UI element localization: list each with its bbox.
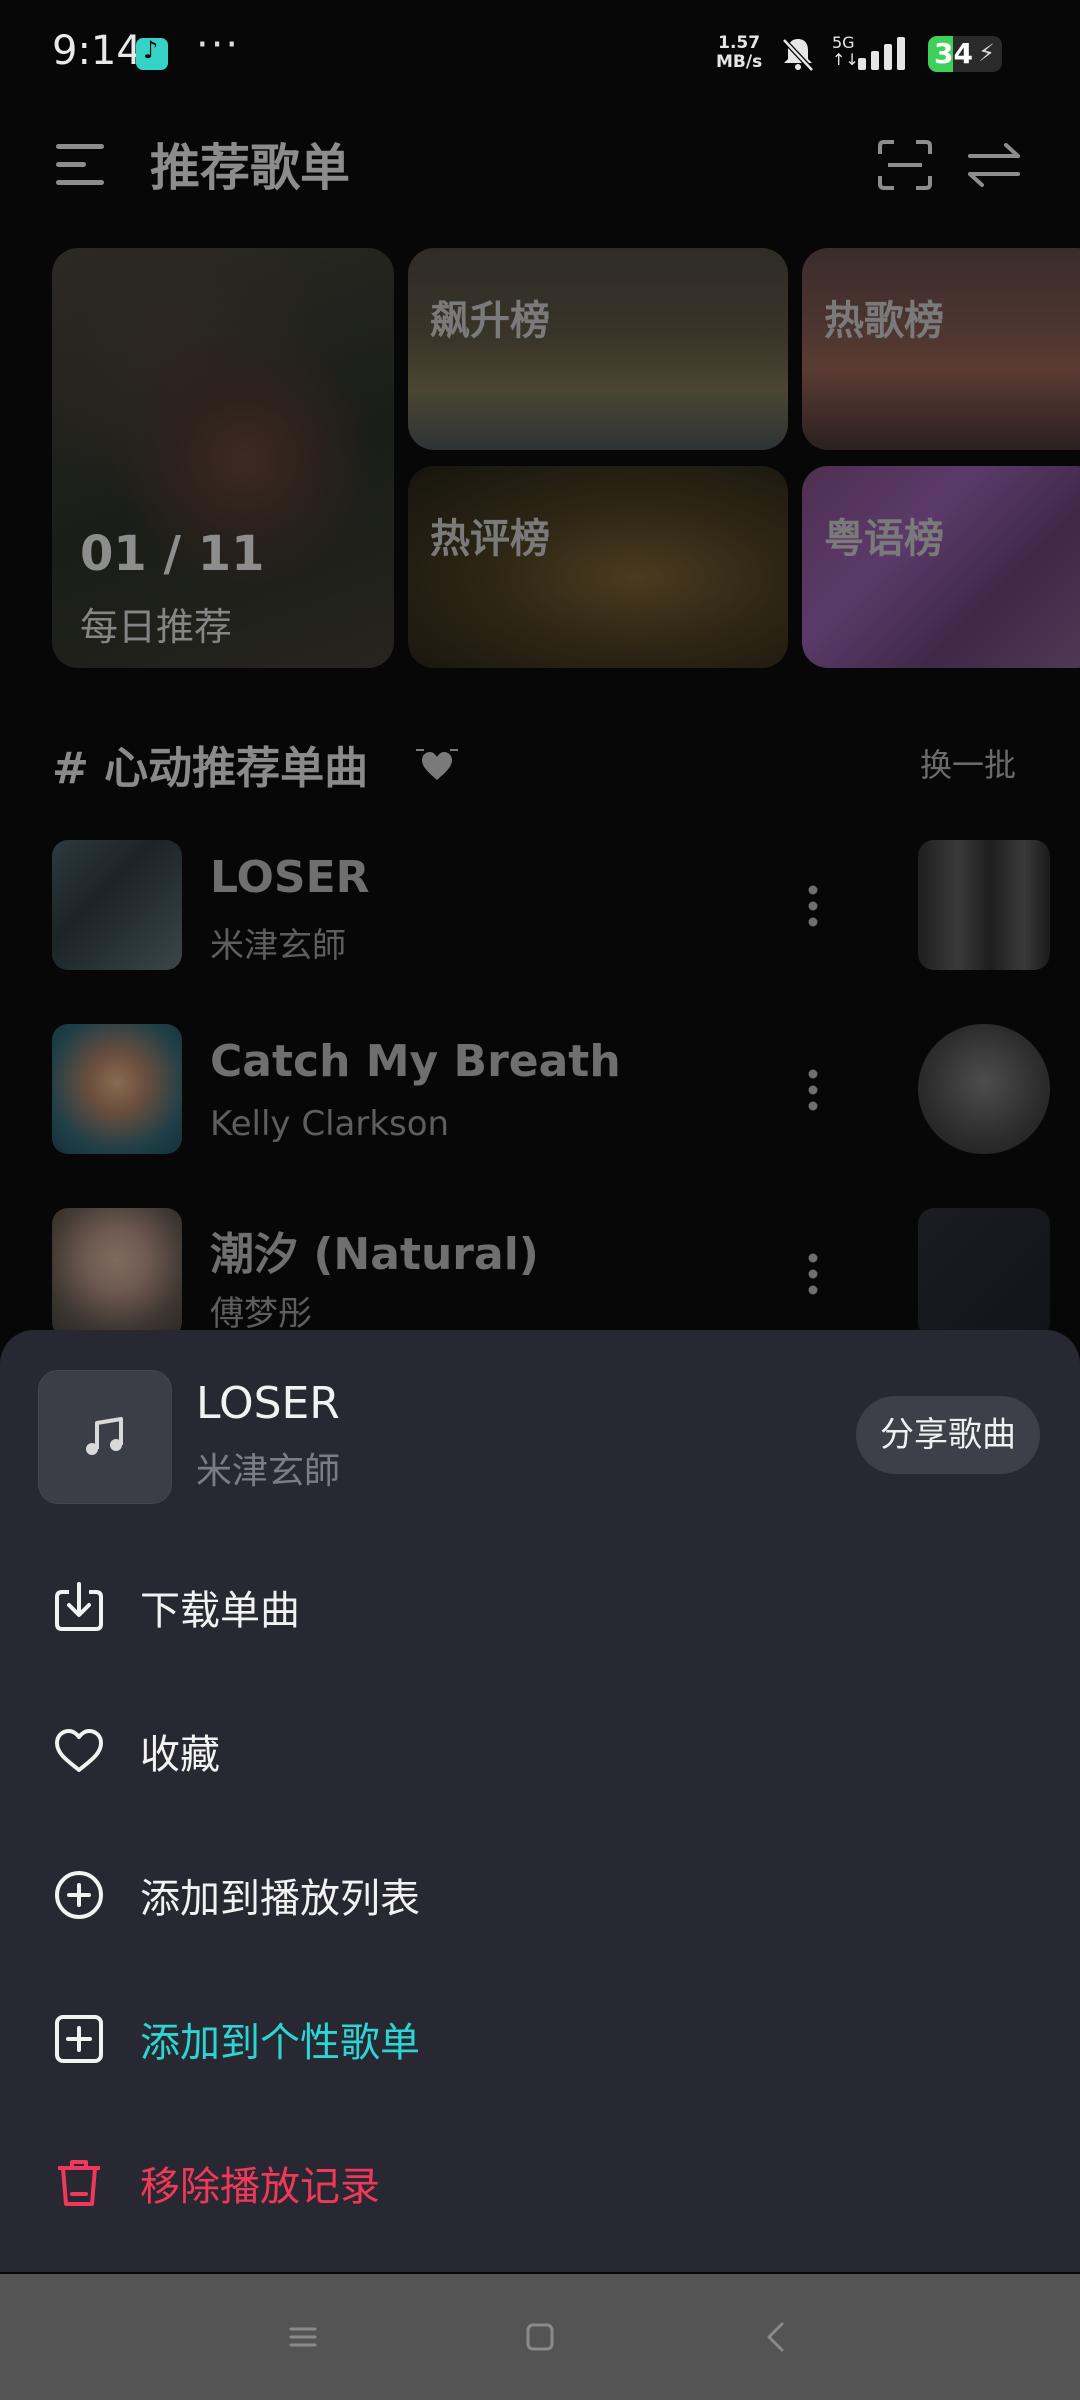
download-icon xyxy=(55,1582,103,1631)
music-note-icon xyxy=(86,1417,123,1455)
network-speed: 1.57 MB/s xyxy=(716,34,762,72)
add-to-playlist-item[interactable]: 添加到播放列表 xyxy=(0,1836,1080,1956)
share-song-button[interactable]: 分享歌曲 xyxy=(856,1396,1040,1474)
page-title: 推荐歌单 xyxy=(150,139,350,197)
song-cover[interactable] xyxy=(918,1024,1050,1154)
music-app-notification-icon xyxy=(136,36,168,70)
song-cover[interactable] xyxy=(918,1208,1050,1338)
network-activity-icon: ↑↓ xyxy=(832,50,859,69)
collect-item[interactable]: 收藏 xyxy=(0,1692,1080,1812)
bell-muted-icon xyxy=(782,38,814,72)
network-type: 5G ↑↓ xyxy=(832,34,859,68)
more-vertical-icon[interactable] xyxy=(806,1068,820,1112)
rising-chart-label: 飙升榜 xyxy=(430,298,550,344)
daily-recommend-card[interactable]: 01 / 11 每日推荐 xyxy=(52,248,394,668)
battery-indicator: 34 ⚡ xyxy=(928,36,1002,72)
add-to-playlist-label: 添加到播放列表 xyxy=(140,1876,420,1922)
cantonese-chart-card[interactable]: 粤语榜 xyxy=(802,466,1080,668)
daily-recommend-label: 每日推荐 xyxy=(80,605,233,649)
song-artist: 米津玄師 xyxy=(210,926,346,966)
song-artist: Kelly Clarkson xyxy=(210,1104,450,1144)
song-cover[interactable] xyxy=(52,840,182,970)
song-artist: 傅梦彤 xyxy=(210,1294,312,1334)
song-cover[interactable] xyxy=(52,1024,182,1154)
song-title[interactable]: LOSER xyxy=(210,852,370,903)
switch-icon[interactable] xyxy=(966,142,1022,188)
network-speed-unit: MB/s xyxy=(716,52,763,72)
remove-play-record-item[interactable]: 移除播放记录 xyxy=(0,2124,1080,2244)
hot-songs-chart-card[interactable]: 热歌榜 xyxy=(802,248,1080,450)
more-vertical-icon[interactable] xyxy=(806,1252,820,1296)
song-title[interactable]: 潮汐 (Natural) xyxy=(210,1218,539,1282)
song-title[interactable]: Catch My Breath xyxy=(210,1036,621,1087)
menu-icon[interactable] xyxy=(56,142,106,186)
trash-icon xyxy=(58,2160,100,2206)
refresh-batch-link[interactable]: 换一批 xyxy=(920,740,1016,786)
heartbeat-icon xyxy=(416,749,458,780)
recents-icon[interactable] xyxy=(276,2310,330,2364)
section-title: # 心动推荐单曲 xyxy=(52,743,369,794)
add-to-custom-playlist-label: 添加到个性歌单 xyxy=(140,2020,420,2066)
remove-play-record-label: 移除播放记录 xyxy=(140,2164,380,2210)
battery-level: 34 xyxy=(934,37,973,70)
system-navigation-bar xyxy=(0,2274,1080,2400)
song-cover[interactable] xyxy=(52,1208,182,1338)
sheet-song-cover xyxy=(38,1370,172,1504)
heart-icon xyxy=(55,1729,103,1772)
more-vertical-icon[interactable] xyxy=(806,884,820,928)
more-notifications-icon: ··· xyxy=(196,22,241,68)
song-cover[interactable] xyxy=(918,840,1050,970)
plus-circle-icon xyxy=(55,1871,103,1919)
plus-square-icon xyxy=(55,2015,103,2063)
rising-chart-card[interactable]: 飙升榜 xyxy=(408,248,788,450)
daily-recommend-count: 01 / 11 xyxy=(80,526,265,582)
scan-icon[interactable] xyxy=(878,140,932,190)
charging-icon: ⚡ xyxy=(978,39,995,67)
hot-comments-chart-card[interactable]: 热评榜 xyxy=(408,466,788,668)
cantonese-chart-label: 粤语榜 xyxy=(824,516,944,562)
sheet-song-title: LOSER xyxy=(196,1378,340,1429)
back-icon[interactable] xyxy=(750,2310,804,2364)
download-song-label: 下载单曲 xyxy=(140,1588,300,1634)
sheet-song-artist: 米津玄師 xyxy=(196,1451,341,1492)
collect-label: 收藏 xyxy=(140,1732,220,1778)
network-speed-value: 1.57 xyxy=(718,33,761,53)
hot-comments-chart-label: 热评榜 xyxy=(430,516,550,562)
status-time: 9:14 xyxy=(52,28,142,74)
network-type-label: 5G xyxy=(832,33,855,52)
signal-strength-icon xyxy=(858,37,905,70)
download-song-item[interactable]: 下载单曲 xyxy=(0,1548,1080,1668)
add-to-custom-playlist-item[interactable]: 添加到个性歌单 xyxy=(0,1980,1080,2100)
home-icon[interactable] xyxy=(513,2310,567,2364)
hot-songs-chart-label: 热歌榜 xyxy=(824,298,944,344)
